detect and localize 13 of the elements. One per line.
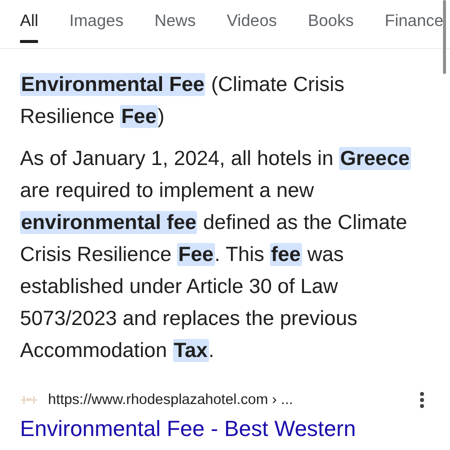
site-favicon-icon xyxy=(20,394,38,406)
result-url[interactable]: https://www.rhodesplazahotel.com › ... xyxy=(48,392,409,408)
search-tab[interactable]: All xyxy=(20,0,38,43)
more-options-icon[interactable] xyxy=(419,391,425,409)
search-tab[interactable]: News xyxy=(154,0,196,43)
answer-heading: Environmental Fee (Climate Crisis Resilience Fee) xyxy=(20,72,346,130)
search-tab[interactable]: Books xyxy=(308,0,354,43)
scrollbar-thumb[interactable] xyxy=(443,0,446,74)
search-tab[interactable]: Images xyxy=(69,0,124,43)
search-tab[interactable]: Finance xyxy=(384,0,444,43)
answer-snippet: As of January 1, 2024, all hotels in Greece are required to implement a new environmental fee defined as the Climate Crisis Resilience Fee. This fee was established under Article 30 of Law 5073/2023 and replaces the previous Accommodation Tax. xyxy=(20,146,412,364)
search-tab[interactable]: Videos xyxy=(226,0,277,43)
result-title-link[interactable]: Environmental Fee - Best Western xyxy=(20,416,430,442)
